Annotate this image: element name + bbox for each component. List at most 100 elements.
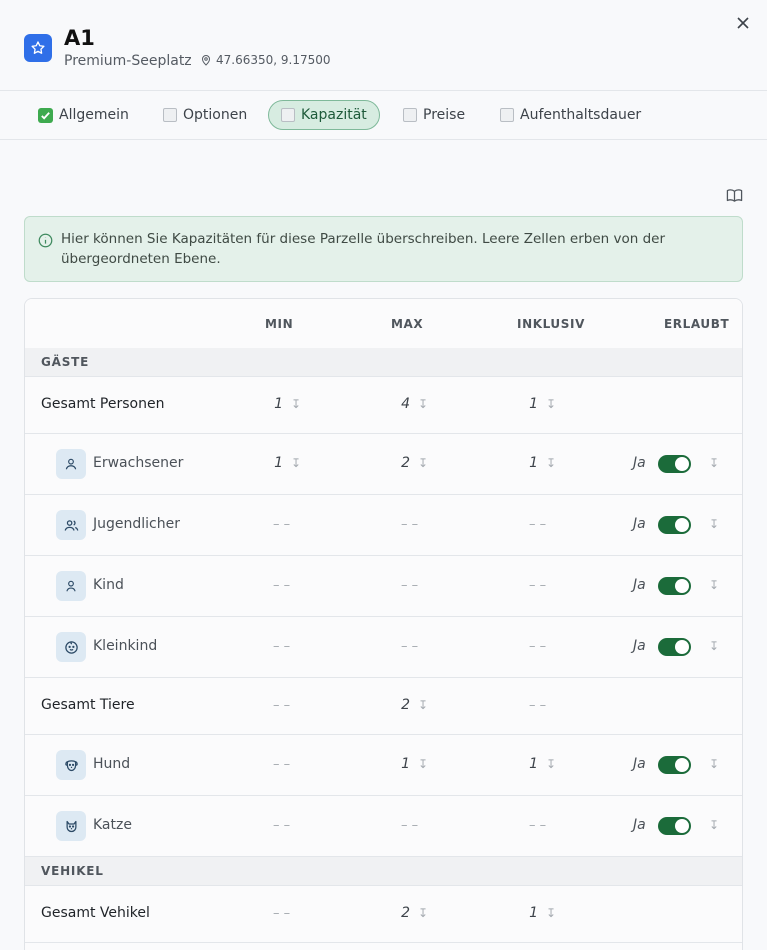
inherit-arrow-icon[interactable]: ↧ bbox=[546, 397, 558, 411]
inherit-arrow-icon[interactable]: ↧ bbox=[709, 639, 721, 653]
page-subtitle: Premium-Seeplatz bbox=[64, 53, 192, 69]
dialog-header: A1 Premium-Seeplatz 47.66350, 9.17500 bbox=[0, 0, 767, 90]
table-row-erwachsener: Erwachsener 1 ↧ 2 ↧ 1 ↧ Ja ↧ bbox=[25, 434, 742, 495]
tab-optionen[interactable]: Optionen bbox=[151, 100, 259, 130]
inherit-arrow-icon[interactable]: ↧ bbox=[709, 818, 721, 832]
dog-icon bbox=[56, 750, 86, 780]
inklusiv-empty[interactable]: – – bbox=[529, 578, 546, 593]
table-row-gesamt-tiere: Gesamt Tiere – – 2 ↧ – – bbox=[25, 678, 742, 735]
max-empty[interactable]: – – bbox=[401, 818, 418, 833]
row-label: Gesamt Tiere bbox=[41, 697, 135, 713]
section-gaeste: GÄSTE bbox=[25, 348, 742, 377]
min-empty[interactable]: – – bbox=[273, 818, 290, 833]
section-title: GÄSTE bbox=[41, 355, 90, 369]
max-empty[interactable]: – – bbox=[401, 578, 418, 593]
empty-box-icon bbox=[163, 108, 177, 122]
inherit-arrow-icon[interactable]: ↧ bbox=[546, 456, 558, 470]
inherit-arrow-icon[interactable]: ↧ bbox=[546, 906, 558, 920]
allowed-toggle[interactable] bbox=[658, 455, 691, 473]
documentation-button[interactable] bbox=[726, 187, 744, 205]
min-empty[interactable]: – – bbox=[273, 757, 290, 772]
inklusiv-value[interactable]: 1 bbox=[508, 905, 538, 921]
table-row-gesamt-personen: Gesamt Personen 1 ↧ 4 ↧ 1 ↧ bbox=[25, 377, 742, 434]
info-icon bbox=[38, 233, 53, 248]
tab-label: Allgemein bbox=[59, 107, 129, 123]
column-header-min: MIN bbox=[265, 317, 294, 331]
tab-aufenthaltsdauer[interactable]: Aufenthaltsdauer bbox=[488, 100, 653, 130]
inherit-arrow-icon[interactable]: ↧ bbox=[291, 456, 303, 470]
inherit-arrow-icon[interactable]: ↧ bbox=[291, 397, 303, 411]
min-empty[interactable]: – – bbox=[273, 906, 290, 921]
row-label: Hund bbox=[93, 756, 131, 772]
check-icon bbox=[38, 107, 53, 123]
max-value[interactable]: 2 bbox=[380, 697, 410, 713]
allowed-label: Ja bbox=[633, 756, 646, 772]
min-value[interactable]: 1 bbox=[253, 455, 283, 471]
capacity-table: MIN MAX INKLUSIV ERLAUBT GÄSTE Gesamt Pe… bbox=[24, 298, 743, 950]
row-label: Gesamt Vehikel bbox=[41, 905, 150, 921]
inherit-arrow-icon[interactable]: ↧ bbox=[418, 456, 430, 470]
inherit-arrow-icon[interactable]: ↧ bbox=[418, 757, 430, 771]
inklusiv-value[interactable]: 1 bbox=[508, 396, 538, 412]
empty-box-icon bbox=[500, 108, 514, 122]
inherit-arrow-icon[interactable]: ↧ bbox=[709, 578, 721, 592]
min-empty[interactable]: – – bbox=[273, 698, 290, 713]
allowed-label: Ja bbox=[633, 817, 646, 833]
allowed-label: Ja bbox=[633, 455, 646, 471]
inklusiv-value[interactable]: 1 bbox=[508, 756, 538, 772]
max-value[interactable]: 1 bbox=[380, 756, 410, 772]
min-empty[interactable]: – – bbox=[273, 639, 290, 654]
info-text: Hier können Sie Kapazitäten für diese Pa… bbox=[61, 231, 666, 267]
inherit-arrow-icon[interactable]: ↧ bbox=[709, 456, 721, 470]
allowed-toggle[interactable] bbox=[658, 756, 691, 774]
row-label: Gesamt Personen bbox=[41, 396, 165, 412]
child-icon bbox=[56, 571, 86, 601]
allowed-toggle[interactable] bbox=[658, 817, 691, 835]
table-row-kleinkind: Kleinkind – – – – – – Ja ↧ bbox=[25, 617, 742, 678]
inherit-arrow-icon[interactable]: ↧ bbox=[418, 397, 430, 411]
max-empty[interactable]: – – bbox=[401, 517, 418, 532]
max-value[interactable]: 2 bbox=[380, 905, 410, 921]
max-value[interactable]: 2 bbox=[380, 455, 410, 471]
row-label: Katze bbox=[93, 817, 132, 833]
allowed-toggle[interactable] bbox=[658, 516, 691, 534]
section-vehikel: VEHIKEL bbox=[25, 857, 742, 886]
column-header-inklusiv: INKLUSIV bbox=[517, 317, 585, 331]
inherit-arrow-icon[interactable]: ↧ bbox=[709, 517, 721, 531]
min-empty[interactable]: – – bbox=[273, 578, 290, 593]
inherit-arrow-icon[interactable]: ↧ bbox=[418, 906, 430, 920]
tab-label: Aufenthaltsdauer bbox=[520, 107, 642, 123]
cat-icon bbox=[56, 811, 86, 841]
min-value[interactable]: 1 bbox=[253, 396, 283, 412]
max-empty[interactable]: – – bbox=[401, 639, 418, 654]
coordinates: 47.66350, 9.17500 bbox=[200, 53, 331, 67]
row-label: Kleinkind bbox=[93, 638, 158, 654]
close-button[interactable] bbox=[734, 14, 752, 32]
inklusiv-value[interactable]: 1 bbox=[508, 455, 538, 471]
tab-preise[interactable]: Preise bbox=[391, 100, 477, 130]
inherit-arrow-icon[interactable]: ↧ bbox=[709, 757, 721, 771]
inklusiv-empty[interactable]: – – bbox=[529, 517, 546, 532]
inklusiv-empty[interactable]: – – bbox=[529, 818, 546, 833]
table-row-katze: Katze – – – – – – Ja ↧ bbox=[25, 796, 742, 857]
inklusiv-empty[interactable]: – – bbox=[529, 639, 546, 654]
tab-kapazitaet[interactable]: Kapazität bbox=[268, 100, 380, 130]
allowed-toggle[interactable] bbox=[658, 638, 691, 656]
max-value[interactable]: 4 bbox=[380, 396, 410, 412]
allowed-label: Ja bbox=[633, 516, 646, 532]
inherit-arrow-icon[interactable]: ↧ bbox=[418, 698, 430, 712]
inklusiv-empty[interactable]: – – bbox=[529, 698, 546, 713]
allowed-toggle[interactable] bbox=[658, 577, 691, 595]
table-row-kind: Kind – – – – – – Ja ↧ bbox=[25, 556, 742, 617]
star-icon bbox=[24, 34, 52, 62]
min-empty[interactable]: – – bbox=[273, 517, 290, 532]
baby-icon bbox=[56, 632, 86, 662]
row-label: Erwachsener bbox=[93, 455, 184, 471]
inherit-arrow-icon[interactable]: ↧ bbox=[546, 757, 558, 771]
empty-box-icon bbox=[403, 108, 417, 122]
tab-allgemein[interactable]: Allgemein bbox=[26, 100, 141, 130]
tab-bar: Allgemein Optionen Kapazität Preise Aufe… bbox=[0, 90, 767, 140]
tab-label: Optionen bbox=[183, 107, 248, 123]
close-icon bbox=[737, 17, 749, 29]
allowed-label: Ja bbox=[633, 638, 646, 654]
